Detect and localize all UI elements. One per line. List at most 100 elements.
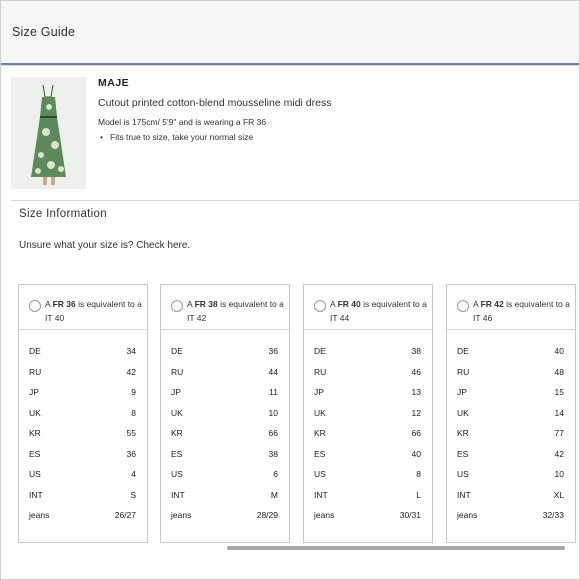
region-label: INT <box>29 489 43 500</box>
size-value: 8 <box>416 469 421 479</box>
size-value: 9 <box>131 387 136 397</box>
size-row: RU 42 <box>19 367 147 388</box>
page-title: Size Guide <box>12 25 76 39</box>
region-label: UK <box>457 407 469 418</box>
size-card[interactable]: A FR 42 is equivalent to a IT 46 DE 40 RU… <box>446 284 576 543</box>
region-label: INT <box>314 489 328 500</box>
size-row: UK 10 <box>161 408 289 429</box>
size-row: jeans 28/29 <box>161 510 289 531</box>
product-name: Cutout printed cotton-blend mousseline m… <box>98 97 332 109</box>
region-label: INT <box>171 489 185 500</box>
size-value: S <box>130 489 136 500</box>
size-radio[interactable] <box>171 300 183 312</box>
region-label: JP <box>171 387 181 397</box>
region-label: jeans <box>457 510 478 520</box>
size-radio[interactable] <box>29 300 41 312</box>
size-card[interactable]: A FR 36 is equivalent to a IT 40 DE 34 RU… <box>18 284 148 543</box>
size-row: DE 40 <box>447 346 575 367</box>
region-label: ES <box>457 448 469 459</box>
region-label: INT <box>457 489 471 500</box>
size-value: 42 <box>554 448 564 459</box>
size-equivalence: A FR 40 is equivalent to a IT 44 <box>330 299 427 323</box>
size-value: 10 <box>554 469 564 479</box>
size-value: 4 <box>131 469 136 479</box>
size-row: ES 42 <box>447 449 575 470</box>
region-label: ES <box>171 448 183 459</box>
size-row: JP 13 <box>304 387 432 408</box>
product-image <box>11 77 86 189</box>
region-label: UK <box>171 407 183 418</box>
size-row: jeans 32/33 <box>447 510 575 531</box>
region-label: jeans <box>171 510 192 520</box>
size-conversion-list: DE 36 RU 44 JP 11 UK 10 KR 66 ES 38 US 6 INT M j… <box>161 346 289 531</box>
size-row: KR 77 <box>447 428 575 449</box>
region-label: JP <box>29 387 39 397</box>
size-value: XL <box>553 489 564 500</box>
region-label: RU <box>457 366 470 377</box>
region-label: DE <box>314 346 326 356</box>
region-label: KR <box>171 428 183 438</box>
size-value: L <box>416 489 421 500</box>
size-value: 38 <box>268 448 278 459</box>
region-label: ES <box>29 448 41 459</box>
region-label: KR <box>457 428 469 438</box>
size-value: 28/29 <box>256 510 278 520</box>
size-label: FR 38 <box>194 299 218 309</box>
section-divider <box>11 200 580 201</box>
horizontal-scrollbar[interactable] <box>227 546 565 550</box>
size-row: UK 14 <box>447 408 575 429</box>
size-value: 48 <box>554 366 564 377</box>
size-row: JP 11 <box>161 387 289 408</box>
size-radio[interactable] <box>457 300 469 312</box>
region-label: KR <box>29 428 41 438</box>
size-radio[interactable] <box>314 300 326 312</box>
size-card-header: A FR 42 is equivalent to a IT 46 <box>447 285 575 330</box>
size-value: 30/31 <box>399 510 421 520</box>
size-info-title: Size Information <box>19 208 107 220</box>
size-value: 38 <box>411 346 421 356</box>
size-row: DE 38 <box>304 346 432 367</box>
size-label: FR 36 <box>52 299 76 309</box>
bullet-icon: • <box>100 132 103 142</box>
region-label: RU <box>314 366 327 377</box>
size-row: RU 44 <box>161 367 289 388</box>
size-label: FR 40 <box>337 299 361 309</box>
size-card-header: A FR 36 is equivalent to a IT 40 <box>19 285 147 330</box>
size-value: 46 <box>411 366 421 377</box>
size-conversion-list: DE 34 RU 42 JP 9 UK 8 KR 55 ES 36 US 4 INT S jea… <box>19 346 147 531</box>
region-label: RU <box>29 366 42 377</box>
size-value: 26/27 <box>114 510 136 520</box>
size-value: 32/33 <box>542 510 564 520</box>
size-value: 40 <box>411 448 421 459</box>
size-equivalence: A FR 38 is equivalent to a IT 42 <box>187 299 284 323</box>
size-card-header: A FR 38 is equivalent to a IT 42 <box>161 285 289 330</box>
size-value: 13 <box>411 387 421 397</box>
size-value: 11 <box>269 387 278 397</box>
dress-image-icon <box>11 77 86 189</box>
size-equivalence: A FR 36 is equivalent to a IT 40 <box>45 299 142 323</box>
size-equivalence: A FR 42 is equivalent to a IT 46 <box>473 299 570 323</box>
size-row: jeans 26/27 <box>19 510 147 531</box>
size-row: UK 12 <box>304 408 432 429</box>
size-value: 34 <box>126 346 136 356</box>
size-card[interactable]: A FR 38 is equivalent to a IT 42 DE 36 RU… <box>160 284 290 543</box>
size-help-link[interactable]: Unsure what your size is? Check here. <box>19 240 190 251</box>
size-row: ES 38 <box>161 449 289 470</box>
region-label: JP <box>457 387 467 397</box>
region-label: DE <box>457 346 469 356</box>
size-row: JP 15 <box>447 387 575 408</box>
size-value: 42 <box>126 366 136 377</box>
region-label: US <box>314 469 326 479</box>
region-label: ES <box>314 448 326 459</box>
size-row: INT L <box>304 490 432 511</box>
size-value: 10 <box>268 407 278 418</box>
size-row: ES 40 <box>304 449 432 470</box>
header-divider-shadow <box>1 65 579 66</box>
size-value: 12 <box>411 407 421 418</box>
size-row: US 6 <box>161 469 289 490</box>
region-label: DE <box>171 346 183 356</box>
size-row: US 10 <box>447 469 575 490</box>
size-card[interactable]: A FR 40 is equivalent to a IT 44 DE 38 RU… <box>303 284 433 543</box>
region-label: US <box>457 469 469 479</box>
size-value: 14 <box>554 407 564 418</box>
